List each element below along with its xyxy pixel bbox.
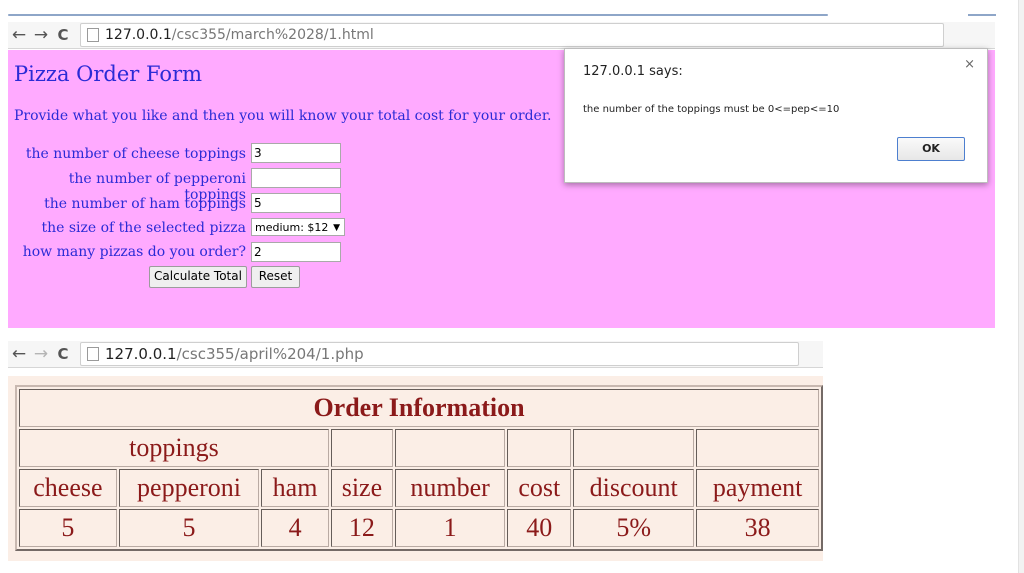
cell-ham: 4 [261, 509, 329, 547]
empty-cell [573, 429, 695, 467]
order-table: Order Information toppings cheese pepper… [15, 385, 823, 551]
size-select[interactable]: medium: $12 ▼ [251, 218, 345, 236]
cell-pepperoni: 5 [118, 509, 260, 547]
reload-icon[interactable]: C [52, 26, 74, 44]
tab-strip-edge-right [968, 14, 996, 16]
cell-cost: 40 [507, 509, 572, 547]
empty-cell [330, 429, 393, 467]
page-icon [87, 28, 99, 42]
page-scrollbar[interactable] [1018, 0, 1024, 573]
page-icon [87, 347, 99, 361]
forward-arrow-icon[interactable]: → [30, 344, 52, 364]
form-description: Provide what you like and then you will … [14, 108, 552, 124]
cell-payment: 38 [696, 509, 819, 547]
column-header: cheese [19, 469, 117, 507]
column-header: size [330, 469, 393, 507]
cheese-input[interactable]: 3 [251, 143, 341, 163]
size-select-value: medium: $12 [255, 221, 329, 234]
toppings-group-header: toppings [19, 429, 329, 467]
ham-input[interactable]: 5 [251, 193, 341, 213]
chevron-down-icon: ▼ [333, 223, 340, 233]
table-row: 5 5 4 12 1 40 5% 38 [19, 509, 819, 547]
back-arrow-icon[interactable]: ← [8, 25, 30, 45]
url-host: 127.0.0.1 [105, 345, 177, 363]
ham-label: the number of ham toppings [44, 196, 246, 212]
empty-cell [696, 429, 819, 467]
size-label: the size of the selected pizza [41, 220, 246, 236]
pizza-count-input[interactable]: 2 [251, 242, 341, 262]
browser-toolbar-1: ← → C 127.0.0.1/csc355/march%2028/1.html [8, 22, 995, 49]
ok-button[interactable]: OK [897, 137, 965, 161]
back-arrow-icon[interactable]: ← [8, 344, 30, 364]
tab-strip-edge [8, 14, 828, 16]
column-header: pepperoni [118, 469, 260, 507]
cell-cheese: 5 [19, 509, 117, 547]
column-header: ham [261, 469, 329, 507]
column-header: discount [573, 469, 695, 507]
empty-cell [395, 429, 506, 467]
order-info-page: Order Information toppings cheese pepper… [8, 376, 823, 561]
url-path: /csc355/april%204/1.php [176, 345, 364, 363]
column-header: cost [507, 469, 572, 507]
close-icon[interactable]: × [964, 57, 975, 72]
page-title: Pizza Order Form [14, 62, 203, 86]
alert-dialog: 127.0.0.1 says: × the number of the topp… [564, 48, 988, 183]
reload-icon[interactable]: C [52, 345, 74, 363]
url-path: /csc355/march%2028/1.html [171, 27, 374, 43]
reset-button[interactable]: Reset [251, 266, 300, 288]
dialog-title: 127.0.0.1 says: [583, 64, 683, 79]
table-title: Order Information [19, 389, 819, 427]
forward-arrow-icon[interactable]: → [30, 25, 52, 45]
cell-size: 12 [330, 509, 393, 547]
url-host: 127.0.0.1 [105, 27, 172, 43]
column-header: payment [696, 469, 819, 507]
column-header: number [395, 469, 506, 507]
empty-cell [507, 429, 572, 467]
address-bar-2[interactable]: 127.0.0.1/csc355/april%204/1.php [80, 342, 799, 366]
dialog-message: the number of the toppings must be 0<=pe… [583, 104, 840, 115]
cell-number: 1 [395, 509, 506, 547]
pepperoni-input[interactable] [251, 168, 341, 188]
pizza-count-label: how many pizzas do you order? [22, 244, 246, 260]
cheese-label: the number of cheese toppings [25, 146, 246, 162]
address-bar-1[interactable]: 127.0.0.1/csc355/march%2028/1.html [80, 23, 944, 47]
browser-toolbar-2: ← → C 127.0.0.1/csc355/april%204/1.php [8, 341, 823, 368]
cell-discount: 5% [573, 509, 695, 547]
table-header-row: cheese pepperoni ham size number cost di… [19, 469, 819, 507]
calculate-total-button[interactable]: Calculate Total [149, 266, 247, 288]
